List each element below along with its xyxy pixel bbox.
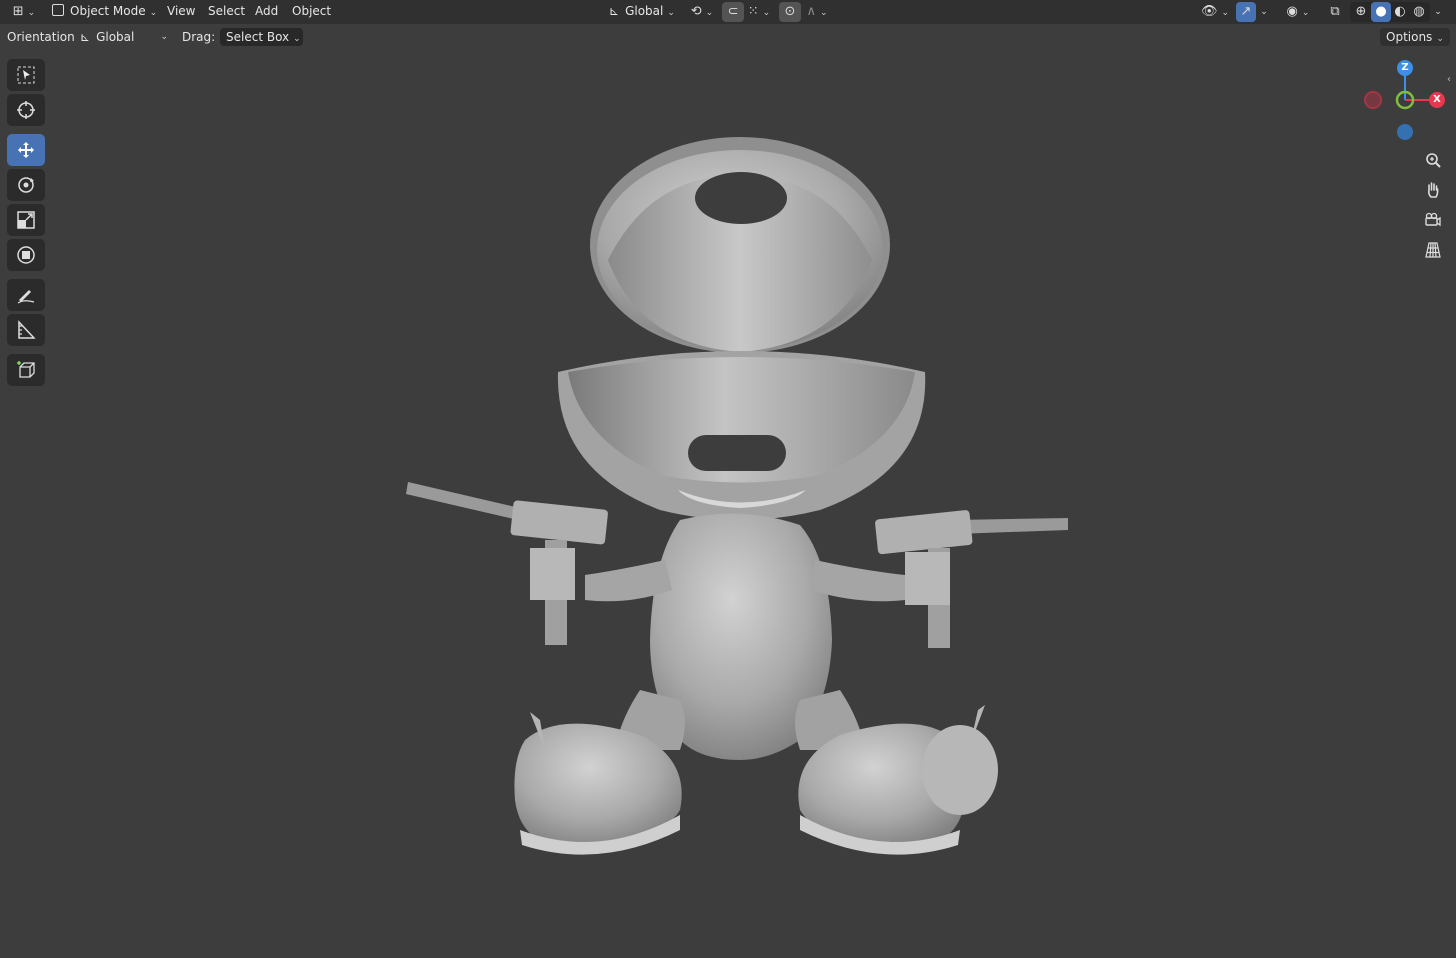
visibility-icon[interactable]: 👁 ⌄: [1200, 3, 1230, 21]
menu-select[interactable]: Select: [202, 0, 251, 22]
move-icon: [18, 142, 34, 158]
orientation-value: Global: [96, 30, 135, 44]
xray-icon[interactable]: ⧉: [1326, 3, 1344, 21]
overlays-icon[interactable]: ◉ ⌄: [1282, 3, 1314, 21]
menu-object[interactable]: Object: [286, 0, 337, 22]
chevron-down-icon: ⌄: [149, 8, 158, 18]
editor-type-icon[interactable]: ⊞ ⌄: [10, 3, 38, 21]
falloff-icon[interactable]: ∧ ⌄: [804, 3, 830, 21]
tool-transform[interactable]: [7, 239, 45, 271]
pivot-point-icon[interactable]: ⟲ ⌄: [688, 3, 716, 21]
annotate-icon: [17, 290, 35, 304]
add-cube-icon: [17, 361, 35, 378]
tool-rotate[interactable]: [7, 169, 45, 201]
transform-icon: [17, 246, 35, 264]
chevron-down-icon[interactable]: ⌄: [1432, 3, 1444, 21]
chevron-down-icon: ⌄: [293, 34, 301, 44]
menu-view[interactable]: View: [161, 0, 201, 22]
rendered-shading-icon[interactable]: ◍: [1410, 3, 1428, 21]
zoom-icon: [1426, 153, 1441, 168]
tool-annotate[interactable]: [7, 279, 45, 311]
grid-icon: [1425, 242, 1441, 258]
tool-scale[interactable]: [7, 204, 45, 236]
orientation-label: Orientation:: [7, 30, 79, 44]
snap-target-icon[interactable]: ⁙ ⌄: [746, 3, 772, 21]
3d-viewport[interactable]: [0, 24, 1456, 958]
tool-cursor[interactable]: [7, 94, 45, 126]
snap-icon: ⊂: [727, 4, 739, 19]
mode-dropdown[interactable]: Object Mode ⌄: [46, 2, 157, 20]
camera-icon: [1425, 212, 1441, 227]
tool-measure[interactable]: [7, 314, 45, 346]
viewport-header: ⊞ ⌄ Object Mode ⌄ View Select Add Object ⊾…: [0, 0, 1456, 24]
tool-settings-bar: Orientation: ⊾ Global ⌄ Drag: Select Box ⌄ …: [0, 24, 1456, 50]
material-shading-icon[interactable]: ◐: [1391, 3, 1409, 21]
options-dropdown[interactable]: Options ⌄: [1380, 28, 1450, 46]
select-box-icon: [17, 66, 35, 84]
zoom-button[interactable]: [1421, 148, 1445, 172]
collapse-sidebar-icon[interactable]: ‹: [1447, 74, 1451, 85]
object-mode-icon: [52, 4, 64, 16]
menu-add[interactable]: Add: [249, 0, 284, 22]
measure-icon: [18, 320, 36, 339]
solid-shading-icon: ●: [1375, 4, 1387, 19]
rotate-icon: [18, 177, 34, 193]
pan-button[interactable]: [1421, 178, 1445, 202]
chevron-down-icon: ⌄: [667, 8, 675, 18]
wireframe-shading-icon[interactable]: ⊕: [1352, 3, 1370, 21]
perspective-toggle-button[interactable]: [1421, 238, 1445, 262]
drag-dropdown[interactable]: Select Box ⌄: [220, 28, 303, 46]
transform-orientation-dropdown[interactable]: ⊾ Global ⌄: [603, 2, 681, 20]
orientation-icon: ⊾: [609, 4, 620, 18]
character-model[interactable]: [406, 137, 1068, 855]
proportional-editing-icon: ⊙: [784, 4, 796, 19]
mode-label: Object Mode: [70, 4, 146, 18]
gizmo-icon: ↗: [1240, 4, 1252, 19]
orientation-dropdown[interactable]: ⊾ Global ⌄: [74, 28, 174, 46]
tool-add-cube[interactable]: [7, 354, 45, 386]
drag-value: Select Box: [226, 30, 290, 44]
tool-move[interactable]: [7, 134, 45, 166]
tool-select-box[interactable]: [7, 59, 45, 91]
hand-icon: [1427, 182, 1439, 198]
gizmo-axis-x[interactable]: X: [1430, 93, 1444, 107]
gizmo-axis-z[interactable]: Z: [1398, 61, 1412, 75]
chevron-down-icon: ⌄: [1436, 34, 1444, 44]
drag-label: Drag:: [182, 30, 216, 44]
cursor-icon: [17, 101, 35, 119]
chevron-down-icon[interactable]: ⌄: [1258, 3, 1270, 21]
transform-orientation-label: Global: [625, 4, 664, 18]
chevron-down-icon: ⌄: [160, 32, 168, 42]
scale-icon: [17, 211, 35, 229]
options-label: Options: [1386, 30, 1433, 44]
orientation-icon: ⊾: [80, 30, 91, 44]
camera-view-button[interactable]: [1421, 208, 1445, 232]
